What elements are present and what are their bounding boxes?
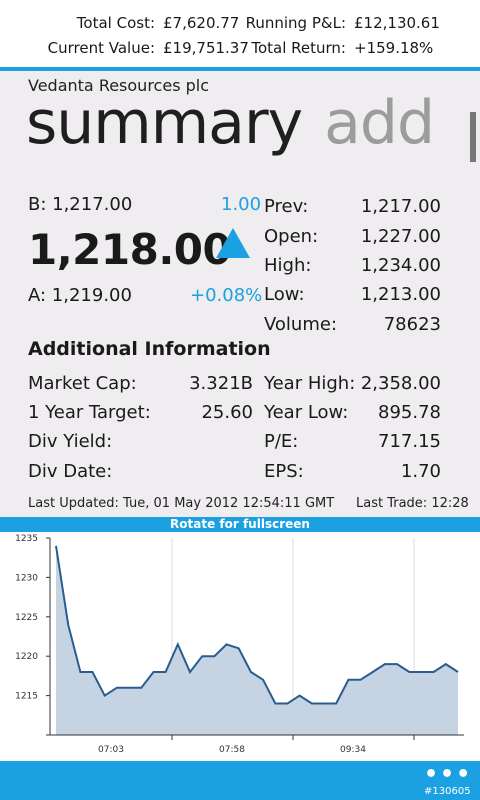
x-tick-label: 07:58 (219, 745, 245, 755)
info-value: 3.321B (189, 373, 253, 394)
y-tick-label: 1215 (15, 692, 38, 702)
stat-label: Low: (264, 284, 305, 305)
price-chart: 1215 1220 1225 1230 1235 07:03 07:58 09:34 (15, 534, 464, 755)
stat-value: 78623 (383, 314, 441, 335)
info-label: 1 Year Target: (28, 402, 151, 423)
stat-label: Prev: (264, 196, 309, 217)
stat-label: Volume: (264, 314, 338, 335)
total-cost-label: Total Cost: (76, 14, 155, 32)
last-price: 1,218.00 (28, 225, 232, 274)
price-chart-area: 1215 1220 1225 1230 1235 07:03 07:58 09:34 (0, 532, 480, 761)
y-tick-label: 1220 (15, 652, 38, 662)
info-label: Div Date: (28, 461, 113, 482)
info-label: Year High: (264, 373, 356, 394)
y-tick-label: 1235 (15, 534, 38, 544)
additional-info-title: Additional Information (28, 338, 271, 360)
y-tick-label: 1225 (15, 613, 38, 623)
y-tick-label: 1230 (15, 573, 38, 583)
total-return-value: +159.18% (354, 39, 434, 57)
info-label: Market Cap: (28, 373, 137, 394)
last-updated: Last Updated: Tue, 01 May 2012 12:54:11 … (28, 496, 335, 511)
info-value: 2,358.00 (360, 373, 441, 394)
x-tick-label: 07:03 (98, 745, 124, 755)
pivot-header: summary add (26, 88, 435, 158)
stat-value: 1,213.00 (360, 284, 441, 305)
stat-value: 1,227.00 (360, 226, 441, 247)
portfolio-summary: Total Cost: £7,620.77 Running P&L: £12,1… (0, 0, 480, 68)
app-bar (0, 761, 480, 800)
stat-label: Open: (264, 226, 319, 247)
info-label: P/E: (264, 431, 299, 452)
current-value-label: Current Value: (47, 39, 155, 57)
info-label: Div Yield: (28, 431, 113, 452)
change-value: 1.00 (221, 194, 262, 215)
x-tick-label: 09:34 (340, 745, 366, 755)
info-value: 895.78 (378, 402, 441, 423)
change-percent: +0.08% (190, 285, 263, 306)
info-value: 717.15 (378, 431, 441, 452)
info-value: 1.70 (400, 461, 441, 482)
ask-price: A: 1,219.00 (28, 285, 132, 306)
info-label: EPS: (264, 461, 304, 482)
pivot-tab-add[interactable]: add (324, 88, 435, 158)
stat-value: 1,217.00 (360, 196, 441, 217)
current-value-value: £19,751.37 (163, 39, 249, 57)
total-cost-value: £7,620.77 (163, 14, 240, 32)
info-value: 25.60 (201, 402, 253, 423)
rotate-hint: Rotate for fullscreen (0, 517, 480, 532)
running-pl-value: £12,130.61 (354, 14, 440, 32)
stat-label: High: (264, 255, 312, 276)
more-options-icon[interactable]: ••• (424, 762, 472, 787)
info-label: Year Low: (264, 402, 349, 423)
last-trade: Last Trade: 12:28 (356, 496, 469, 511)
pivot-scroll-indicator (470, 112, 476, 162)
watermark: #130605 (424, 786, 471, 797)
series-area (56, 545, 458, 735)
bid-price: B: 1,217.00 (28, 194, 133, 215)
pivot-tab-summary[interactable]: summary (26, 88, 303, 158)
total-return-label: Total Return: (251, 39, 346, 57)
running-pl-label: Running P&L: (245, 14, 346, 32)
up-arrow-icon (216, 228, 250, 258)
stat-value: 1,234.00 (360, 255, 441, 276)
